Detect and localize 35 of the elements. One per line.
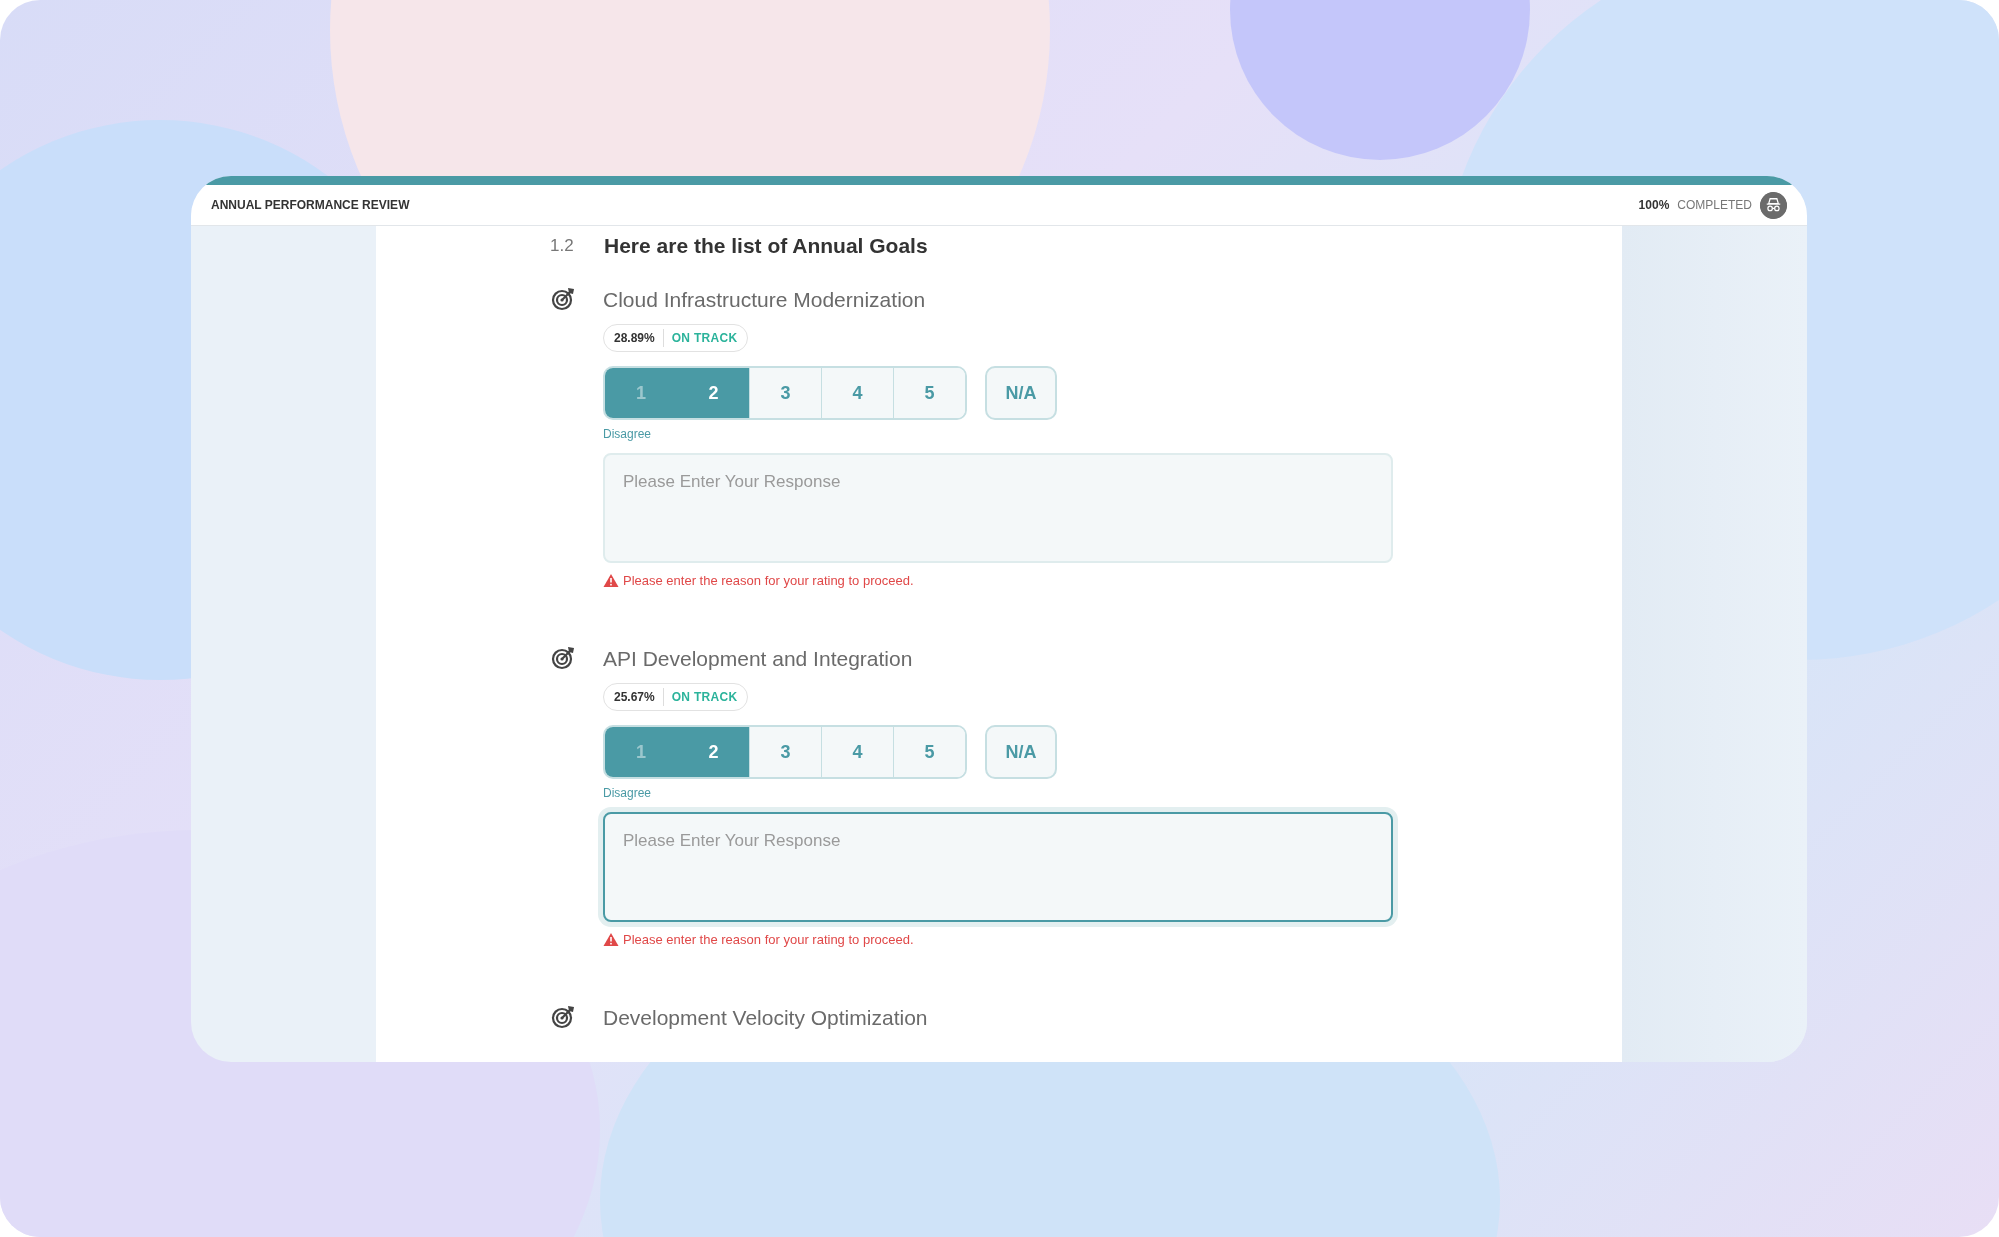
status-label: ON TRACK <box>670 689 738 706</box>
progress-label: COMPLETED <box>1677 197 1752 214</box>
warning-icon <box>603 932 619 948</box>
rating-caption: Disagree <box>603 426 653 443</box>
not-applicable-option[interactable]: N/A <box>985 725 1057 779</box>
rating-option[interactable]: 2 <box>677 368 749 418</box>
goal-title: API Development and Integration <box>603 645 913 672</box>
rating-option[interactable]: 2 <box>677 727 749 777</box>
review-title: ANNUAL PERFORMANCE REVIEW <box>211 197 410 214</box>
error-message: Please enter the reason for your rating to proceed. <box>623 931 914 949</box>
incognito-avatar-icon[interactable] <box>1760 191 1787 219</box>
progress-percent: 25.67% <box>614 688 664 706</box>
rating-option[interactable]: 4 <box>821 727 893 777</box>
rating-caption: Disagree <box>603 785 653 802</box>
target-icon <box>550 645 576 672</box>
progress-percent: 100% <box>1638 197 1670 214</box>
progress-percent: 28.89% <box>614 329 664 347</box>
goal-title: Development Velocity Optimization <box>603 1004 928 1031</box>
section-number: 1.2 <box>549 235 575 257</box>
rating-option[interactable]: 5 <box>893 368 965 418</box>
status-label: ON TRACK <box>670 330 738 347</box>
error-message: Please enter the reason for your rating to proceed. <box>623 572 914 590</box>
goal-title: Cloud Infrastructure Modernization <box>603 286 926 313</box>
rating-option[interactable]: 3 <box>749 727 821 777</box>
not-applicable-option[interactable]: N/A <box>985 366 1057 420</box>
warning-icon <box>603 573 619 589</box>
rating-option[interactable]: 3 <box>749 368 821 418</box>
rating-option[interactable]: 5 <box>893 727 965 777</box>
response-field[interactable]: Please Enter Your Response <box>603 812 1393 922</box>
rating-option[interactable]: 4 <box>821 368 893 418</box>
rating-option[interactable]: 1 <box>605 368 677 418</box>
target-icon <box>550 1004 576 1031</box>
rating-option[interactable]: 1 <box>605 727 677 777</box>
section-title: Here are the list of Annual Goals <box>604 233 928 259</box>
target-icon <box>550 286 576 313</box>
